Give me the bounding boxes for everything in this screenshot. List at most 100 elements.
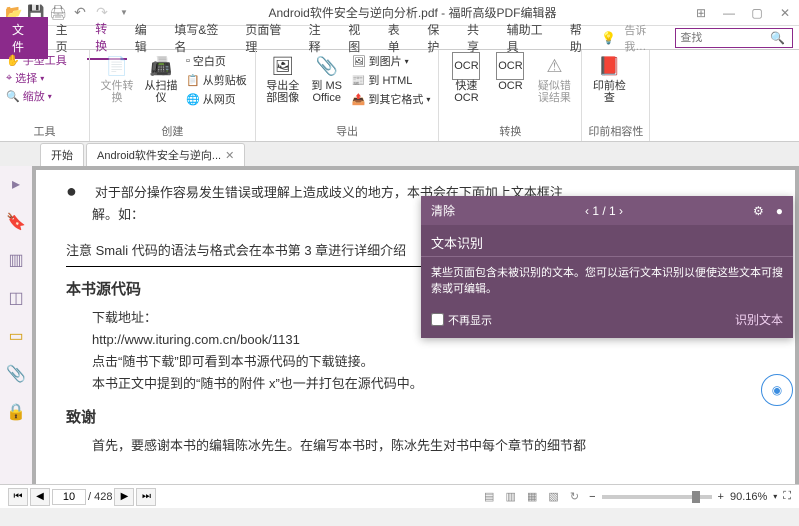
- scanner-icon: 📠: [147, 52, 175, 80]
- bookmark-icon[interactable]: 🔖: [6, 212, 26, 232]
- zoom-tool[interactable]: 🔍缩放▾: [6, 88, 83, 104]
- popup-body: 某些页面包含未被识别的文本。您可以运行文本识别以便使这些文本可搜索或可编辑。: [421, 257, 793, 305]
- menu-bar: 文件 主页 转换 编辑 填写&签名 页面管理 注释 视图 表单 保护 共享 辅助…: [0, 26, 799, 50]
- file-convert-button[interactable]: 📄文件转换: [96, 52, 138, 108]
- fastocr-icon: OCR: [452, 52, 480, 80]
- group-convert-label: 转换: [445, 123, 575, 139]
- web-icon: 🌐: [186, 93, 200, 106]
- preflight-icon: 📕: [595, 52, 623, 80]
- search-icon[interactable]: 🔍: [770, 31, 785, 45]
- from-web-button[interactable]: 🌐从网页: [184, 90, 249, 108]
- export-images-button[interactable]: 🖼导出全部图像: [262, 52, 304, 108]
- ocr-suspect-button[interactable]: ⚠疑似错误结果: [533, 52, 575, 104]
- maximize-icon[interactable]: ▢: [749, 6, 765, 20]
- view-single-icon[interactable]: ▤: [480, 491, 498, 503]
- to-msoffice-button[interactable]: 📎到 MS Office: [306, 52, 348, 108]
- view-continuous-icon[interactable]: ▥: [501, 491, 519, 503]
- zoom-icon: 🔍: [6, 90, 20, 103]
- layers-icon[interactable]: ◫: [8, 288, 23, 308]
- page-number-input[interactable]: [52, 489, 86, 505]
- blank-page-button[interactable]: ▫空白页: [184, 52, 249, 70]
- from-clipboard-button[interactable]: 📋从剪贴板: [184, 71, 249, 89]
- to-image-button[interactable]: 🖼到图片▾: [350, 52, 433, 70]
- search-box[interactable]: 🔍: [675, 28, 793, 48]
- group-tools-label: 工具: [6, 123, 83, 139]
- bulb-icon[interactable]: 💡: [601, 31, 616, 45]
- first-page-button[interactable]: ⏮: [8, 488, 28, 506]
- fullscreen-icon[interactable]: ⛶: [783, 490, 791, 503]
- zoom-dropdown-icon[interactable]: ▾: [773, 492, 777, 501]
- slider-thumb[interactable]: [692, 491, 700, 503]
- assistant-fab[interactable]: ◉: [761, 374, 793, 406]
- chat-icon: ◉: [772, 383, 782, 397]
- last-page-button[interactable]: ⏭: [136, 488, 156, 506]
- other-icon: 📤: [352, 93, 366, 106]
- minimize-icon[interactable]: —: [721, 6, 737, 20]
- ocr-notification-popup: 清除 ‹ 1 / 1 › ⚙ ● 文本识别 某些页面包含未被识别的文本。您可以运…: [421, 196, 793, 338]
- next-icon[interactable]: ›: [619, 204, 623, 218]
- popup-action[interactable]: 识别文本: [735, 311, 783, 328]
- hand-icon: ✋: [6, 54, 20, 67]
- tab-document[interactable]: Android软件安全与逆向...✕: [86, 143, 245, 166]
- clipboard-icon: 📋: [186, 74, 200, 87]
- group-export-label: 导出: [262, 123, 433, 139]
- search-input[interactable]: [680, 32, 770, 44]
- view-mode-buttons: ▤ ▥ ▦ ▧ ↻: [480, 490, 583, 503]
- ribbon: ✋手型工具 ⌖选择▾ 🔍缩放▾ 工具 📄文件转换 📠从扫描仪 ▫空白页 📋从剪贴…: [0, 50, 799, 142]
- html-icon: 📰: [352, 74, 366, 87]
- tab-close-icon[interactable]: ✕: [225, 149, 234, 162]
- close-icon[interactable]: ✕: [777, 6, 793, 20]
- zoom-out-icon[interactable]: −: [589, 491, 595, 503]
- doc-line: 点击“随书下载”即可看到本书源代码的下载链接。: [66, 351, 765, 373]
- zoom-value: 90.16%: [730, 491, 767, 503]
- attachments-icon[interactable]: 📎: [6, 364, 26, 384]
- tell-me[interactable]: 告诉我…: [624, 22, 667, 54]
- status-bar: ⏮ ◀ / 428 ▶ ⏭ ▤ ▥ ▦ ▧ ↻ − + 90.16% ▾ ⛶: [0, 484, 799, 508]
- select-tool[interactable]: ⌖选择▾: [6, 70, 83, 86]
- ocr-button[interactable]: OCROCR: [489, 52, 531, 104]
- hand-tool[interactable]: ✋手型工具: [6, 52, 83, 68]
- view-facing-icon[interactable]: ▦: [523, 491, 541, 503]
- to-other-button[interactable]: 📤到其它格式▾: [350, 90, 433, 108]
- fast-ocr-button[interactable]: OCR快速OCR: [445, 52, 487, 104]
- file-icon: 📄: [103, 52, 131, 80]
- to-html-button[interactable]: 📰到 HTML: [350, 71, 433, 89]
- from-scanner-button[interactable]: 📠从扫描仪: [140, 52, 182, 108]
- popup-title: 文本识别: [421, 225, 793, 257]
- ribbon-toggle-icon[interactable]: ⊞: [693, 6, 709, 20]
- dont-show-checkbox[interactable]: 不再显示: [431, 312, 492, 328]
- security-icon[interactable]: 🔒: [6, 402, 26, 422]
- navigation-sidebar: ▸ 🔖 ▥ ◫ ▭ 📎 🔒: [0, 166, 32, 484]
- expand-icon[interactable]: ▸: [12, 174, 20, 194]
- doc-line: 本书正文中提到的“随书的附件 x”也一并打包在源代码中。: [66, 373, 765, 395]
- group-print-label: 印前相容性: [588, 123, 643, 139]
- view-rotate-icon[interactable]: ↻: [566, 491, 583, 503]
- popup-clear[interactable]: 清除: [431, 202, 455, 219]
- doc-line: 首先，要感谢本书的编辑陈冰先生。在编写本书时，陈冰先生对书中每个章节的细节都: [66, 435, 765, 457]
- preflight-button[interactable]: 📕印前检查: [588, 52, 630, 104]
- page-total: / 428: [88, 491, 112, 503]
- gear-icon[interactable]: ⚙: [753, 204, 764, 218]
- view-book-icon[interactable]: ▧: [544, 491, 562, 503]
- ocr-icon: OCR: [496, 52, 524, 80]
- image-icon: 🖼: [269, 52, 297, 80]
- suspect-icon: ⚠: [540, 52, 568, 80]
- page-nav: ⏮ ◀ / 428 ▶ ⏭: [8, 488, 156, 506]
- pages-icon[interactable]: ▥: [8, 250, 23, 270]
- zoom-slider[interactable]: [602, 495, 712, 499]
- document-tabs: 开始 Android软件安全与逆向...✕: [0, 142, 799, 166]
- minimize-popup-icon[interactable]: ●: [776, 204, 783, 218]
- window-controls: ⊞ — ▢ ✕: [693, 6, 793, 20]
- comments-icon[interactable]: ▭: [8, 326, 23, 346]
- blank-icon: ▫: [186, 55, 190, 67]
- pic-icon: 🖼: [352, 55, 366, 68]
- zoom-in-icon[interactable]: +: [718, 491, 724, 503]
- prev-page-button[interactable]: ◀: [30, 488, 50, 506]
- next-page-button[interactable]: ▶: [114, 488, 134, 506]
- cursor-icon: ⌖: [6, 72, 12, 85]
- doc-heading: 致谢: [66, 407, 765, 429]
- popup-pager: ‹ 1 / 1 ›: [455, 204, 753, 218]
- office-icon: 📎: [313, 52, 341, 80]
- group-create-label: 创建: [96, 123, 249, 139]
- tab-start[interactable]: 开始: [40, 143, 84, 166]
